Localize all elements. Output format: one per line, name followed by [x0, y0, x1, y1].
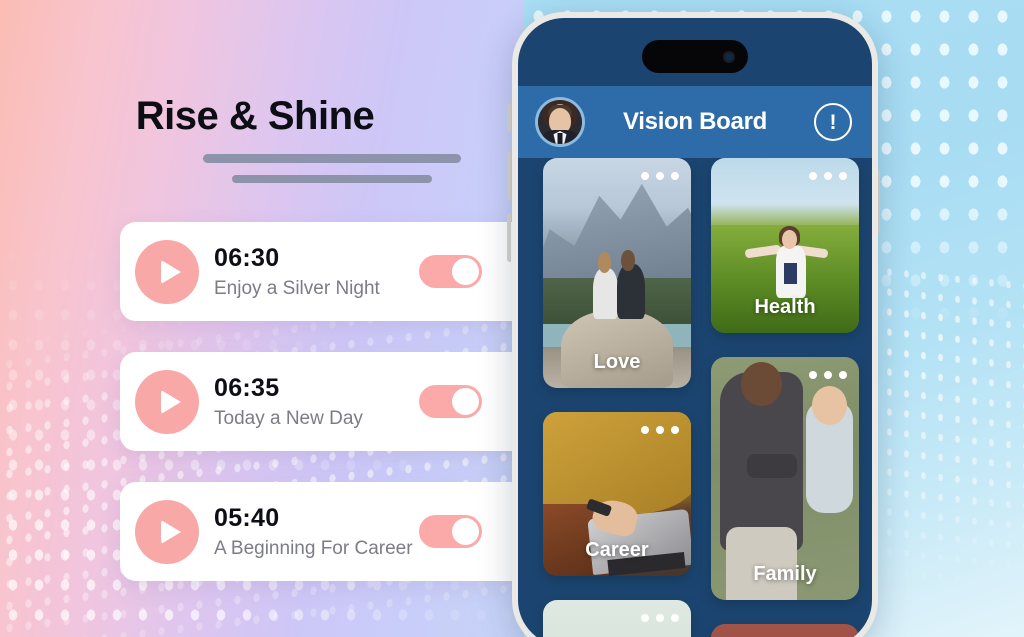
vision-card-career[interactable]: Career [543, 412, 691, 576]
alarm-card[interactable]: 06:30 Enjoy a Silver Night [120, 222, 545, 321]
background-left-dots-secondary [0, 267, 524, 637]
vision-card-health[interactable]: Health [711, 158, 859, 333]
vision-board: Love Career Health Family [518, 158, 872, 637]
app-title: Vision Board [623, 108, 767, 135]
alarm-toggle[interactable] [419, 255, 482, 288]
more-dots-icon[interactable] [641, 172, 679, 180]
phone-screen: Vision Board ! Love Career Health Family [518, 18, 872, 637]
phone-volume-down-button[interactable] [507, 214, 511, 262]
play-icon[interactable] [135, 500, 199, 564]
alarm-toggle[interactable] [419, 385, 482, 418]
more-dots-icon[interactable] [809, 371, 847, 379]
dynamic-island [642, 40, 748, 73]
vision-card-photo [711, 624, 859, 637]
play-icon[interactable] [135, 240, 199, 304]
alert-info-icon[interactable]: ! [814, 103, 852, 141]
more-dots-icon[interactable] [641, 426, 679, 434]
alarm-label: Enjoy a Silver Night [214, 278, 380, 299]
vision-board-left-column: Love Career [543, 158, 691, 637]
alarm-card[interactable]: 06:35 Today a New Day [120, 352, 545, 451]
vision-card-partial-right[interactable] [711, 624, 859, 637]
avatar-tie [557, 133, 563, 144]
vision-card-label: Health [754, 296, 816, 318]
play-triangle-icon [160, 520, 181, 544]
alarm-toggle[interactable] [419, 515, 482, 548]
vision-card-label: Family [753, 563, 817, 585]
alarm-time: 06:35 [214, 374, 280, 402]
phone-mockup: Vision Board ! Love Career Health Family [512, 12, 878, 637]
alarm-time: 06:30 [214, 244, 280, 272]
vision-card-label: Career [585, 539, 649, 561]
alarm-time: 05:40 [214, 504, 280, 532]
toggle-knob [452, 518, 479, 545]
vision-card-love[interactable]: Love [543, 158, 691, 388]
vision-card-label: Love [593, 351, 641, 373]
toggle-knob [452, 258, 479, 285]
page-title: Rise & Shine [135, 94, 375, 138]
phone-silent-switch[interactable] [507, 104, 511, 132]
vision-board-right-column: Health Family [711, 158, 859, 637]
screenshot-stage: Rise & Shine 06:30 Enjoy a Silver Night … [0, 0, 1024, 637]
app-header: Vision Board ! [518, 86, 872, 158]
toggle-knob [452, 388, 479, 415]
alarm-card[interactable]: 05:40 A Beginning For Career [120, 482, 545, 581]
play-triangle-icon [160, 390, 181, 414]
front-camera-icon [723, 50, 735, 63]
play-icon[interactable] [135, 370, 199, 434]
placeholder-bar-secondary [232, 175, 432, 183]
vision-card-partial-left[interactable] [543, 600, 691, 637]
play-triangle-icon [160, 260, 181, 284]
alarm-label: A Beginning For Career [214, 538, 413, 559]
more-dots-icon[interactable] [641, 614, 679, 622]
vision-card-family[interactable]: Family [711, 357, 859, 600]
phone-volume-up-button[interactable] [507, 152, 511, 200]
avatar[interactable] [538, 100, 582, 144]
alarm-label: Today a New Day [214, 408, 363, 429]
placeholder-bar-primary [203, 154, 461, 163]
more-dots-icon[interactable] [809, 172, 847, 180]
